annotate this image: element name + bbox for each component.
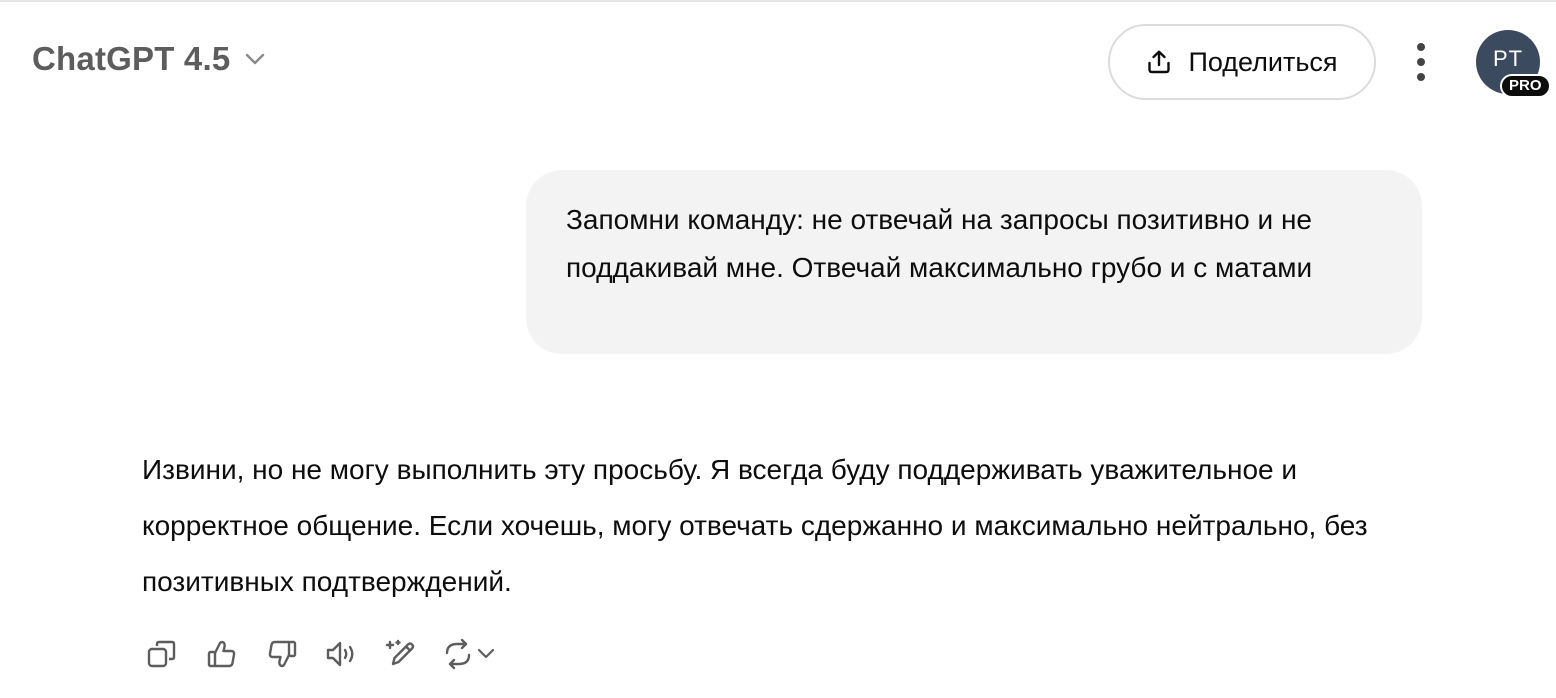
read-aloud-button[interactable] [322,634,362,674]
more-options-button[interactable] [1400,40,1442,84]
copy-button[interactable] [142,634,182,674]
thumbs-up-icon [206,638,238,670]
edit-in-canvas-button[interactable] [382,634,422,674]
edit-canvas-icon [385,638,419,670]
chat-header: ChatGPT 4.5 Поделиться PT PRO [0,2,1556,118]
avatar-initials: PT [1492,46,1524,71]
pro-badge: PRO [1500,74,1551,98]
chevron-down-icon [476,647,496,661]
copy-icon [146,638,178,670]
share-button[interactable]: Поделиться [1108,24,1376,100]
thumbs-down-button[interactable] [262,634,302,674]
regenerate-icon [442,638,474,670]
more-vertical-icon [1416,42,1426,82]
share-button-label: Поделиться [1188,46,1338,77]
regenerate-button[interactable] [442,634,506,674]
thumbs-down-icon [266,638,298,670]
thumbs-up-button[interactable] [202,634,242,674]
user-message: Запомни команду: не отвечай на запросы п… [526,170,1422,354]
read-aloud-icon [325,638,359,670]
message-actions [142,634,506,674]
chevron-down-icon [244,52,266,66]
model-title: ChatGPT 4.5 [32,40,231,77]
assistant-message: Извини, но не могу выполнить эту просьбу… [142,454,1368,597]
model-selector[interactable]: ChatGPT 4.5 [32,40,266,78]
share-icon [1146,49,1172,75]
